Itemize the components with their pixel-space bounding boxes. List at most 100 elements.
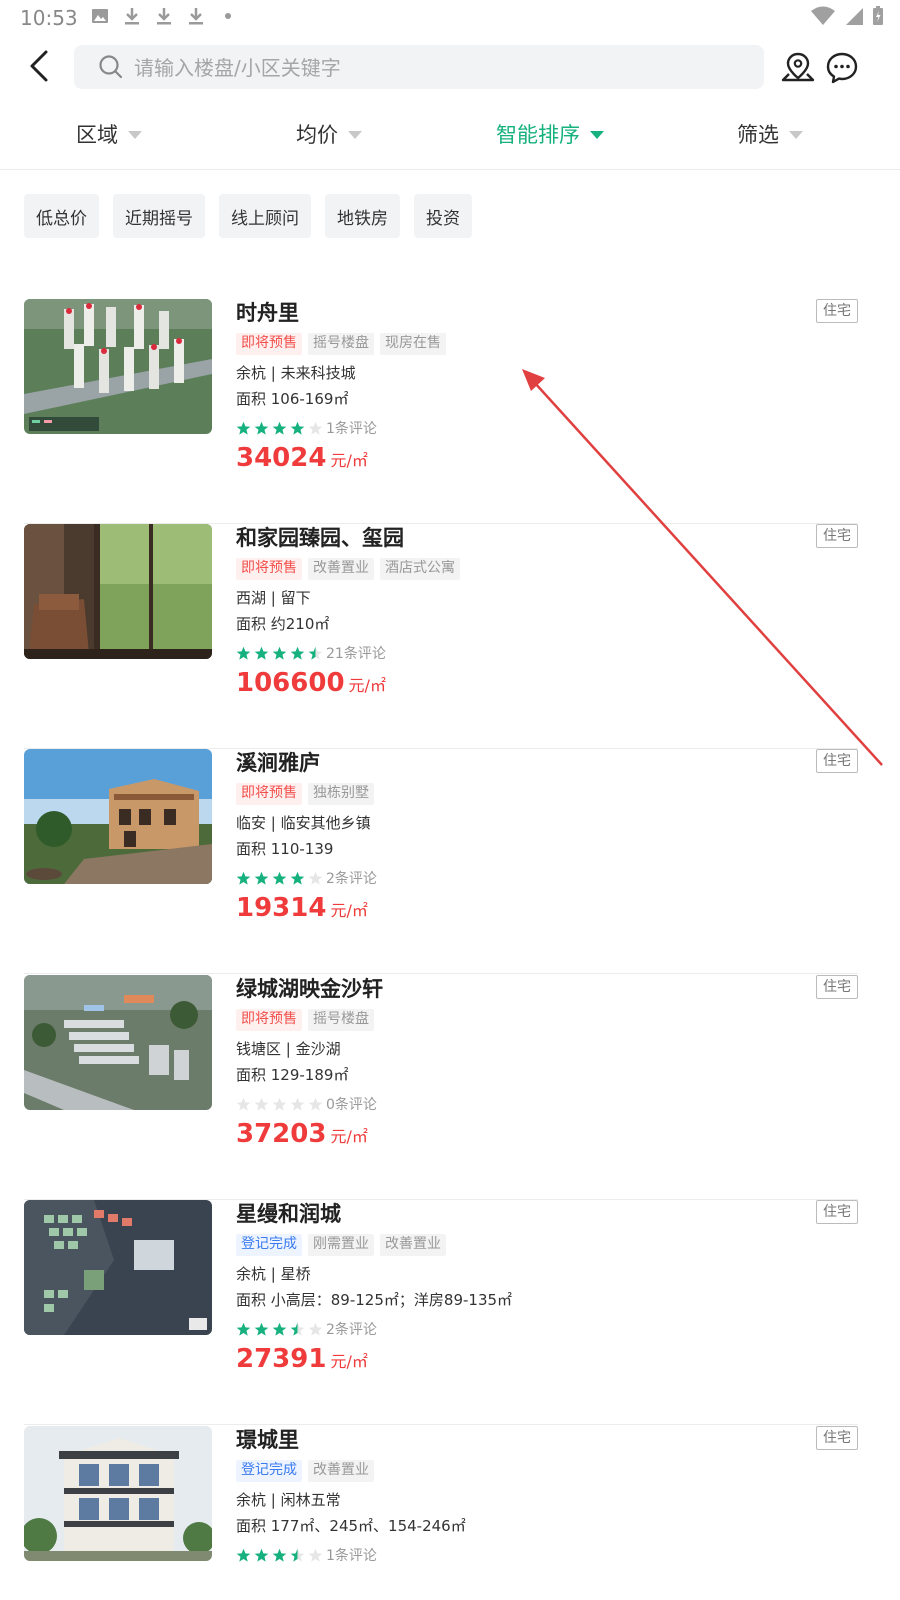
star-icon	[254, 1322, 269, 1336]
price-row: 106600 元/㎡	[236, 668, 796, 702]
search-input[interactable]	[132, 51, 736, 85]
villa-render-image	[24, 1426, 212, 1561]
star-rating	[236, 1548, 324, 1563]
back-icon[interactable]	[22, 46, 58, 86]
quick-tag[interactable]: 线上顾问	[219, 194, 311, 238]
listing-title: 星缦和润城	[236, 1202, 341, 1226]
review-count: 1条评论	[326, 1548, 377, 1564]
price-value: 34024	[236, 443, 327, 473]
star-icon	[272, 1548, 287, 1562]
listing-card[interactable]: 溪涧雅庐 即将预售 独栋别墅 临安 | 临安其他乡镇 面积 110-139 2条…	[24, 749, 858, 974]
quick-tags: 低总价 近期摇号 线上顾问 地铁房 投资	[24, 194, 472, 238]
listing-info: 和家园臻园、玺园 即将预售 改善置业 酒店式公寓 西湖 | 留下 面积 约210…	[236, 524, 796, 702]
status-time: 10:53	[20, 6, 78, 30]
star-icon	[290, 1322, 305, 1336]
filter-bar: 区域 均价 智能排序 筛选	[0, 104, 900, 164]
feature-badge: 独栋别墅	[308, 783, 374, 805]
listing-card[interactable]: 星缦和润城 登记完成 刚需置业 改善置业 余杭 | 星桥 面积 小高层：89-1…	[24, 1200, 858, 1425]
listing-card[interactable]: 时舟里 即将预售 摇号楼盘 现房在售 余杭 | 未来科技城 面积 106-169…	[24, 299, 858, 524]
star-icon	[236, 421, 251, 435]
listing-area: 面积 177㎡、245㎡、154-246㎡	[236, 1517, 466, 1535]
listing-thumbnail[interactable]	[24, 299, 212, 434]
caret-down-icon	[348, 131, 362, 139]
feature-badge: 改善置业	[380, 1234, 446, 1256]
star-icon	[308, 1097, 323, 1111]
listing-thumbnail[interactable]	[24, 749, 212, 884]
quick-tag[interactable]: 投资	[414, 194, 472, 238]
listing-badges: 即将预售 摇号楼盘 现房在售	[236, 333, 796, 355]
status-badge: 即将预售	[236, 333, 302, 355]
star-icon	[254, 1548, 269, 1562]
status-badge: 即将预售	[236, 783, 302, 805]
status-badge: 即将预售	[236, 1009, 302, 1031]
price-unit: 元/㎡	[330, 901, 368, 920]
star-icon	[236, 646, 251, 660]
price-unit: 元/㎡	[348, 676, 386, 695]
listing-card[interactable]: 绿城湖映金沙轩 即将预售 摇号楼盘 钱塘区 | 金沙湖 面积 129-189㎡ …	[24, 975, 858, 1200]
filter-tab-avg-price[interactable]: 均价	[296, 114, 362, 154]
listing-thumbnail[interactable]	[24, 975, 212, 1110]
star-rating	[236, 1097, 324, 1112]
star-icon	[272, 871, 287, 885]
star-icon	[236, 1097, 251, 1111]
listing-location: 余杭 | 星桥	[236, 1265, 311, 1283]
price-value: 37203	[236, 1119, 327, 1149]
message-icon[interactable]	[824, 50, 860, 86]
star-icon	[290, 871, 305, 885]
listing-card[interactable]: 璟城里 登记完成 改善置业 余杭 | 闲林五常 面积 177㎡、245㎡、154…	[24, 1426, 858, 1600]
feature-badge: 摇号楼盘	[308, 1009, 374, 1031]
aerial-render-image	[24, 299, 212, 434]
status-badge: 即将预售	[236, 558, 302, 580]
quick-tag[interactable]: 近期摇号	[113, 194, 205, 238]
property-type-badge: 住宅	[816, 749, 858, 773]
quick-tag[interactable]: 低总价	[24, 194, 99, 238]
feature-badge: 刚需置业	[308, 1234, 374, 1256]
villa-photo-image	[24, 749, 212, 884]
rating-row: 0条评论	[236, 1093, 796, 1115]
filter-tab-smart-sort[interactable]: 智能排序	[496, 114, 604, 154]
listing-location: 临安 | 临安其他乡镇	[236, 814, 371, 832]
status-bar: 10:53	[0, 0, 900, 36]
review-count: 1条评论	[326, 421, 377, 437]
star-icon	[290, 1548, 305, 1562]
interior-photo-image	[24, 524, 212, 659]
listing-title: 绿城湖映金沙轩	[236, 977, 383, 1001]
caret-down-icon	[789, 131, 803, 139]
filter-tab-region[interactable]: 区域	[76, 114, 142, 154]
listing-location: 西湖 | 留下	[236, 589, 311, 607]
listing-title: 璟城里	[236, 1428, 299, 1452]
filter-tab-filter[interactable]: 筛选	[737, 114, 803, 154]
status-badge: 登记完成	[236, 1460, 302, 1482]
property-type-badge: 住宅	[816, 1200, 858, 1224]
price-row: 19314 元/㎡	[236, 893, 796, 927]
star-rating	[236, 646, 324, 661]
star-icon	[254, 646, 269, 660]
listing-thumbnail[interactable]	[24, 1200, 212, 1335]
site-plan-image	[24, 1200, 212, 1335]
star-icon	[272, 1322, 287, 1336]
dot-icon	[225, 13, 231, 19]
feature-badge: 现房在售	[380, 333, 446, 355]
rating-row: 21条评论	[236, 642, 796, 664]
price-value: 27391	[236, 1344, 327, 1374]
listing-thumbnail[interactable]	[24, 524, 212, 659]
listing-title: 和家园臻园、玺园	[236, 526, 404, 550]
map-location-icon[interactable]	[780, 50, 816, 86]
listing-area: 面积 106-169㎡	[236, 390, 349, 408]
price-unit: 元/㎡	[330, 1127, 368, 1146]
star-rating	[236, 1322, 324, 1337]
search-box[interactable]	[74, 45, 764, 89]
price-row: 27391 元/㎡	[236, 1344, 796, 1378]
download-icon	[189, 8, 203, 25]
listing-thumbnail[interactable]	[24, 1426, 212, 1561]
feature-badge: 改善置业	[308, 1460, 374, 1482]
listing-location: 余杭 | 闲林五常	[236, 1491, 341, 1509]
star-icon	[290, 421, 305, 435]
price-value: 19314	[236, 893, 327, 923]
quick-tag[interactable]: 地铁房	[325, 194, 400, 238]
listing-location: 余杭 | 未来科技城	[236, 364, 356, 382]
price-unit: 元/㎡	[330, 1352, 368, 1371]
divider	[24, 973, 858, 974]
listing-card[interactable]: 和家园臻园、玺园 即将预售 改善置业 酒店式公寓 西湖 | 留下 面积 约210…	[24, 524, 858, 749]
listing-badges: 登记完成 刚需置业 改善置业	[236, 1234, 796, 1256]
